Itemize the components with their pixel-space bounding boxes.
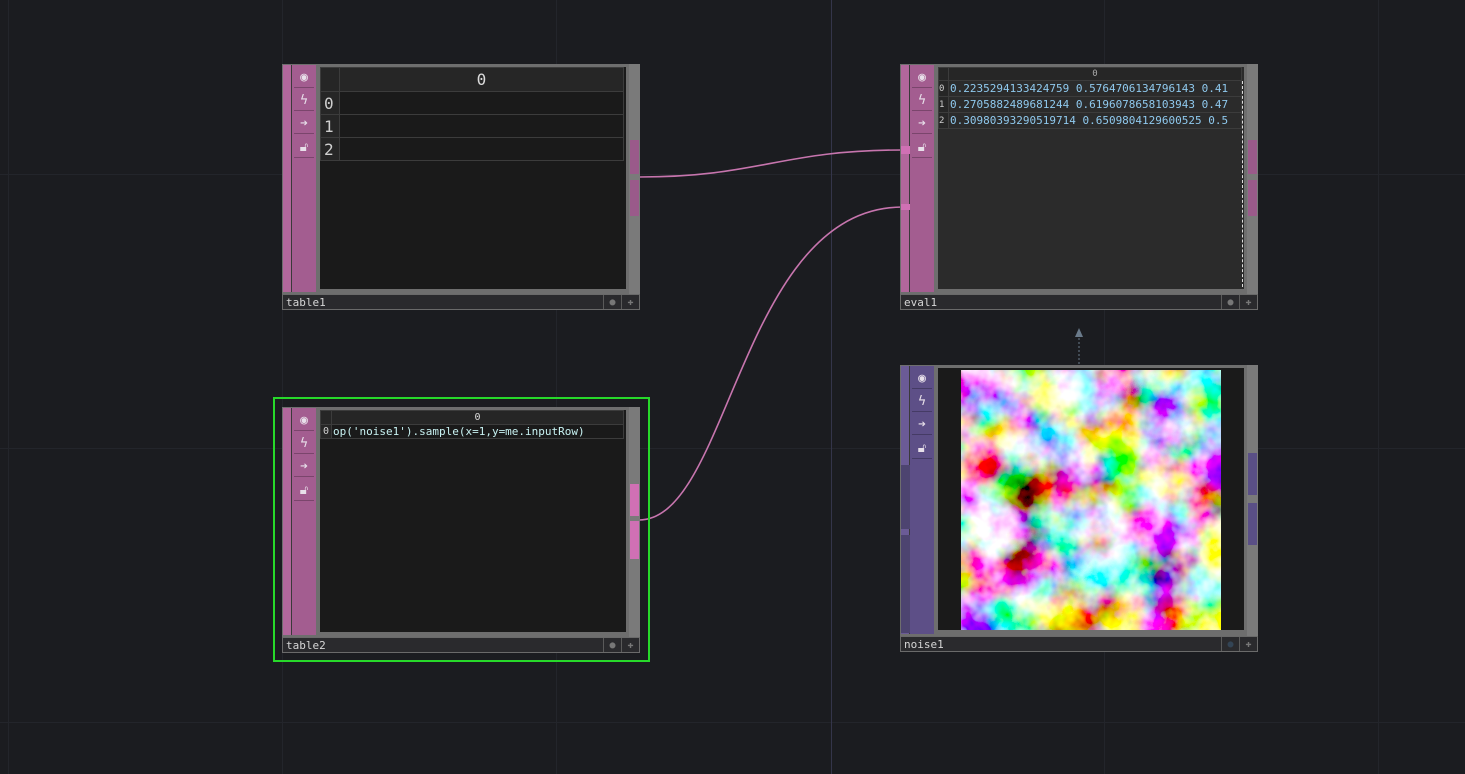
lock-icon[interactable]: 🔓︎ bbox=[294, 480, 314, 501]
table-row: 0 0.2235294133424759 0.5764706134796143 … bbox=[938, 80, 1242, 97]
dat-viewer[interactable]: 0 0 1 2 bbox=[320, 67, 626, 289]
export-icon[interactable]: ➔ bbox=[294, 113, 314, 134]
node-control-bar: ◉ ϟ ➔ 🔓︎ bbox=[283, 65, 316, 292]
bypass-flag-icon[interactable]: ● bbox=[603, 638, 621, 652]
node-name-bar[interactable]: noise1 ● ✚ bbox=[900, 636, 1258, 652]
node-control-bar: ◉ ϟ ➔ 🔓︎ bbox=[901, 65, 934, 292]
node-control-bar: ◉ ϟ ➔ 🔓︎ bbox=[283, 408, 316, 635]
column-header: 0 bbox=[331, 410, 624, 425]
bypass-flag-icon[interactable]: ● bbox=[603, 295, 621, 309]
output-port[interactable] bbox=[1248, 180, 1257, 216]
input-port[interactable] bbox=[901, 535, 910, 633]
table-row: 2 0.30980393290519714 0.6509804129600525… bbox=[938, 112, 1242, 129]
output-port[interactable] bbox=[630, 180, 639, 216]
output-port[interactable] bbox=[1248, 140, 1257, 174]
top-viewer[interactable] bbox=[938, 368, 1244, 630]
input-port[interactable] bbox=[901, 465, 910, 529]
table-cell[interactable]: 0.2705882489681244 0.6196078658103943 0.… bbox=[948, 96, 1242, 113]
column-header: 0 bbox=[948, 67, 1242, 81]
output-connector-bar bbox=[629, 64, 640, 294]
output-connector-bar bbox=[629, 407, 640, 637]
viewer-toggle-icon[interactable]: ◉ bbox=[912, 368, 932, 389]
display-flag-icon[interactable]: ✚ bbox=[1239, 295, 1257, 309]
cook-icon[interactable]: ϟ bbox=[294, 433, 314, 454]
node-name: noise1 bbox=[904, 638, 944, 651]
bypass-flag-icon[interactable]: ● bbox=[1221, 295, 1239, 309]
display-flag-icon[interactable]: ✚ bbox=[621, 638, 639, 652]
node-name: table1 bbox=[286, 296, 326, 309]
wire-table2-to-eval1 bbox=[638, 206, 904, 521]
output-connector-bar bbox=[1247, 365, 1258, 636]
viewer-toggle-icon[interactable]: ◉ bbox=[912, 67, 932, 88]
output-port[interactable] bbox=[1248, 453, 1257, 495]
output-port[interactable] bbox=[630, 484, 639, 516]
table1-node[interactable]: ◉ ϟ ➔ 🔓︎ 0 0 1 2 table1 ● ✚ bbox=[282, 64, 640, 311]
noise-texture-preview bbox=[961, 370, 1221, 630]
output-connector-bar bbox=[1247, 64, 1258, 294]
row-index: 1 bbox=[320, 114, 340, 138]
table-cell[interactable] bbox=[339, 114, 624, 138]
table-cell[interactable]: 0.2235294133424759 0.5764706134796143 0.… bbox=[948, 80, 1242, 97]
noise1-node[interactable]: ◉ ϟ ➔ 🔓︎ noise1 ● ✚ bbox=[900, 365, 1258, 653]
output-port[interactable] bbox=[630, 140, 639, 174]
row-index: 2 bbox=[938, 112, 949, 129]
row-index: 1 bbox=[938, 96, 949, 113]
dat-viewer[interactable]: 0 0 0.2235294133424759 0.576470613479614… bbox=[938, 67, 1244, 289]
lock-icon[interactable]: 🔓︎ bbox=[912, 438, 932, 459]
table-cell[interactable]: op('noise1').sample(x=1,y=me.inputRow) bbox=[331, 424, 624, 439]
node-name-bar[interactable]: table1 ● ✚ bbox=[282, 294, 640, 310]
eval1-node[interactable]: ◉ ϟ ➔ 🔓︎ 0 0 0.2235294133424759 0.576470… bbox=[900, 64, 1258, 311]
lock-icon[interactable]: 🔓︎ bbox=[912, 137, 932, 158]
wire-table1-to-eval1 bbox=[638, 149, 904, 178]
cook-icon[interactable]: ϟ bbox=[912, 391, 932, 412]
node-name: eval1 bbox=[904, 296, 938, 309]
viewer-toggle-icon[interactable]: ◉ bbox=[294, 410, 314, 431]
table-row: 0 op('noise1').sample(x=1,y=me.inputRow) bbox=[320, 424, 624, 439]
node-name: table2 bbox=[286, 639, 326, 652]
row-index: 0 bbox=[320, 91, 340, 115]
bypass-flag-icon[interactable]: ● bbox=[1221, 637, 1239, 651]
display-flag-icon[interactable]: ✚ bbox=[1239, 637, 1257, 651]
table-row: 1 bbox=[320, 114, 624, 138]
table-cell[interactable] bbox=[339, 137, 624, 161]
node-name-bar[interactable]: table2 ● ✚ bbox=[282, 637, 640, 653]
viewer-edge-marker bbox=[1242, 81, 1244, 287]
table-cell[interactable]: 0.30980393290519714 0.6509804129600525 0… bbox=[948, 112, 1242, 129]
node-name-bar[interactable]: eval1 ● ✚ bbox=[900, 294, 1258, 310]
row-index: 2 bbox=[320, 137, 340, 161]
export-icon[interactable]: ➔ bbox=[912, 414, 932, 435]
cook-icon[interactable]: ϟ bbox=[294, 90, 314, 111]
table-row: 1 0.2705882489681244 0.6196078658103943 … bbox=[938, 96, 1242, 113]
viewer-toggle-icon[interactable]: ◉ bbox=[294, 67, 314, 88]
table-row: 2 bbox=[320, 137, 624, 161]
cook-icon[interactable]: ϟ bbox=[912, 90, 932, 111]
lock-icon[interactable]: 🔓︎ bbox=[294, 137, 314, 158]
input-port[interactable] bbox=[901, 146, 910, 154]
column-header: 0 bbox=[339, 67, 624, 92]
table-cell[interactable] bbox=[339, 91, 624, 115]
table2-node[interactable]: ◉ ϟ ➔ 🔓︎ 0 0 op('noise1').sample(x=1,y=m… bbox=[282, 407, 640, 654]
row-index: 0 bbox=[320, 424, 332, 439]
display-flag-icon[interactable]: ✚ bbox=[621, 295, 639, 309]
export-icon[interactable]: ➔ bbox=[912, 113, 932, 134]
dat-viewer[interactable]: 0 0 op('noise1').sample(x=1,y=me.inputRo… bbox=[320, 410, 626, 632]
input-port[interactable] bbox=[901, 204, 910, 210]
output-port[interactable] bbox=[630, 521, 639, 559]
table-row: 0 bbox=[320, 91, 624, 115]
output-port[interactable] bbox=[1248, 503, 1257, 545]
reference-arrow-icon bbox=[1075, 328, 1083, 337]
export-icon[interactable]: ➔ bbox=[294, 456, 314, 477]
row-index: 0 bbox=[938, 80, 949, 97]
